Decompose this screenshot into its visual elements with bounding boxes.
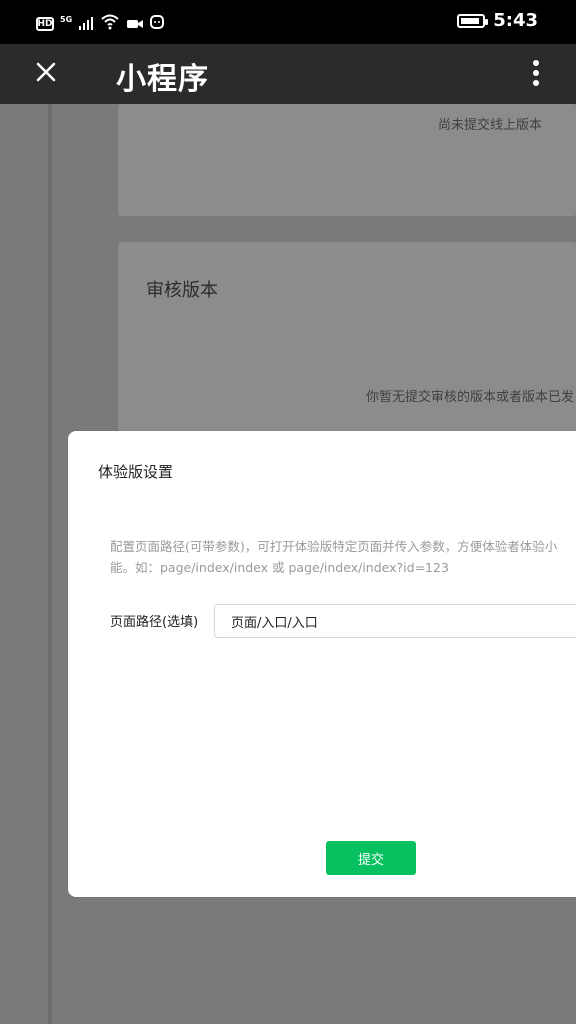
- network-label: 5G: [60, 15, 73, 24]
- wifi-icon: [100, 14, 120, 34]
- status-left: HD 5G: [36, 14, 165, 34]
- review-version-empty-text: 你暂无提交审核的版本或者版本已发: [366, 390, 575, 405]
- chat-icon: [150, 14, 165, 34]
- signal-icon: [78, 15, 94, 34]
- review-version-title: 审核版本: [146, 280, 218, 301]
- battery-level: [461, 17, 480, 24]
- top-bar: 小程序: [0, 44, 576, 104]
- trial-settings-dialog: 体验版设置 配置页面路径(可带参数)，可打开体验版特定页面并传入参数，方便体验者…: [68, 431, 576, 897]
- dialog-description: 配置页面路径(可带参数)，可打开体验版特定页面并传入参数，方便体验者体验小能。如…: [110, 539, 558, 575]
- online-version-card: 尚未提交线上版本: [118, 104, 576, 216]
- page-path-input[interactable]: 页面/入口/入口: [214, 604, 576, 638]
- status-bar: HD 5G 5:43: [0, 0, 576, 44]
- more-vertical-icon: [522, 60, 550, 92]
- online-version-empty-text: 尚未提交线上版本: [438, 118, 543, 133]
- page-path-label: 页面路径(选填): [110, 615, 199, 630]
- dialog-title: 体验版设置: [98, 463, 174, 481]
- hd-icon: HD: [36, 17, 54, 31]
- submit-button[interactable]: 提交: [326, 841, 416, 875]
- clock: 5:43: [493, 10, 538, 31]
- status-right: 5:43: [457, 10, 538, 31]
- battery-icon: [457, 13, 489, 28]
- more-button[interactable]: [522, 58, 550, 88]
- video-icon: [126, 15, 144, 34]
- left-divider: [48, 104, 52, 1024]
- page-title: 小程序: [116, 62, 209, 97]
- close-button[interactable]: [32, 58, 60, 86]
- close-icon: [32, 62, 60, 90]
